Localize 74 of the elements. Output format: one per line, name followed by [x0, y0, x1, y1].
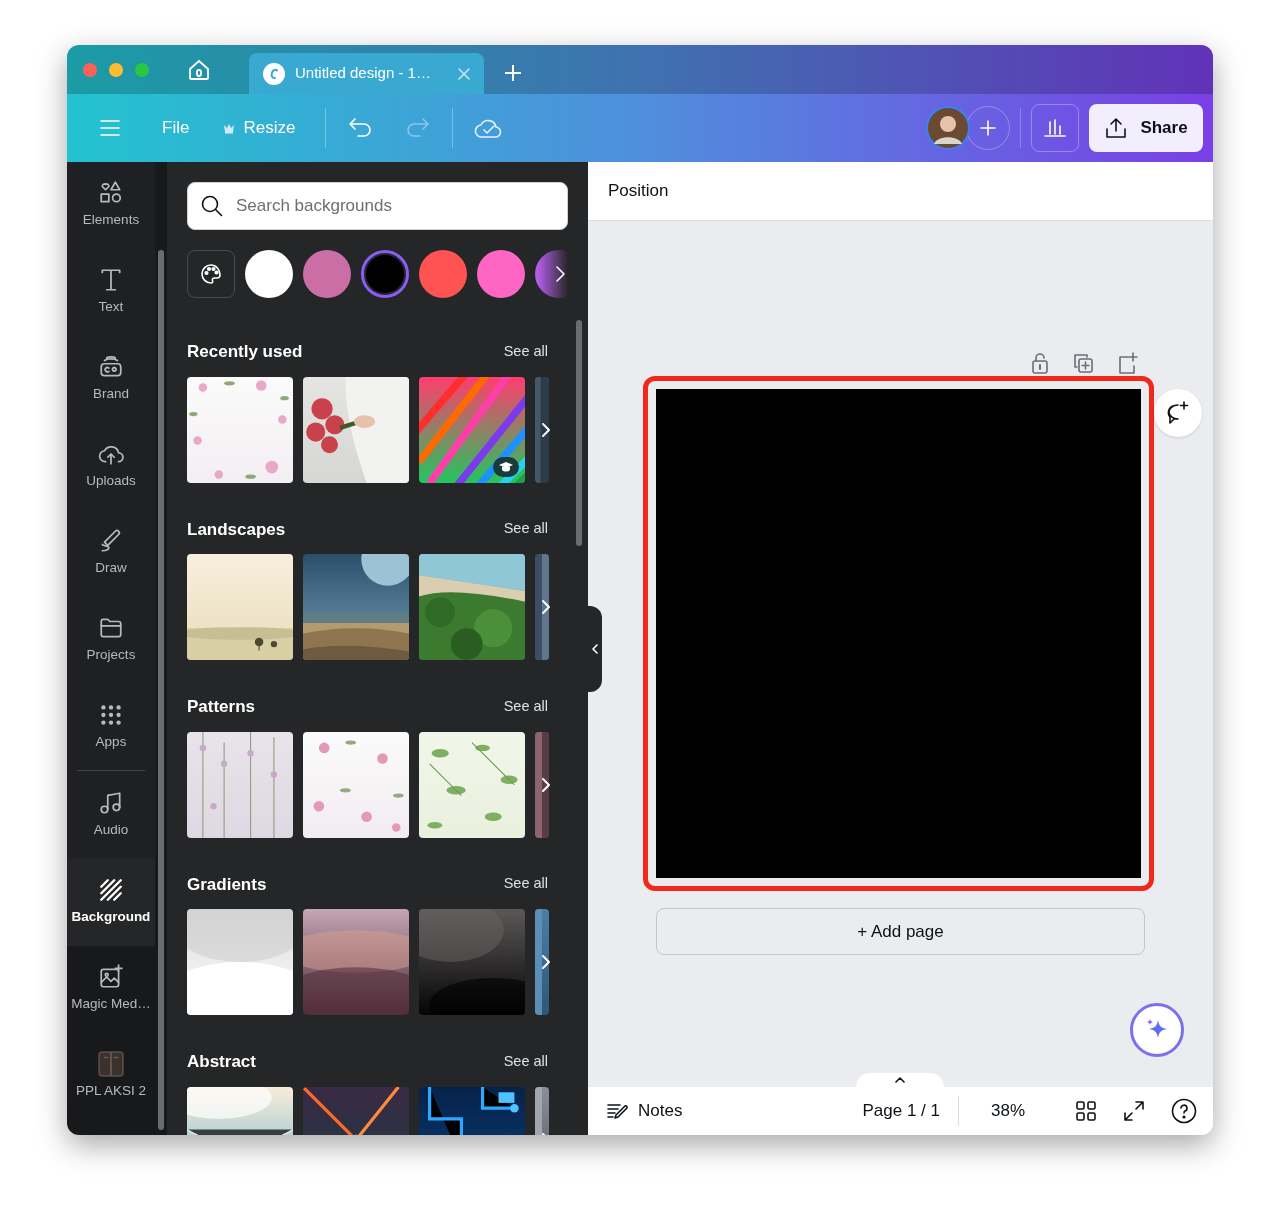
- see-all-link[interactable]: See all: [503, 695, 548, 718]
- comment-add-icon: [1165, 400, 1191, 426]
- chevron-right-icon[interactable]: [541, 599, 551, 615]
- caret-up-icon: [895, 1077, 905, 1083]
- avatar[interactable]: [926, 106, 970, 150]
- fullscreen-icon[interactable]: [1123, 1100, 1145, 1122]
- share-icon: [1104, 116, 1129, 140]
- see-all-link[interactable]: See all: [503, 340, 548, 363]
- chevron-right-icon[interactable]: [541, 954, 551, 970]
- text-icon: [98, 267, 124, 294]
- home-icon[interactable]: [187, 57, 211, 82]
- sidebar-item[interactable]: Audio: [67, 772, 155, 859]
- plus-icon: [979, 119, 997, 137]
- unlock-icon[interactable]: [1030, 352, 1050, 374]
- position-button[interactable]: Position: [608, 178, 669, 204]
- cloud-check-icon[interactable]: [474, 117, 503, 139]
- chevron-left-icon: [591, 644, 598, 654]
- section-title: Landscapes: [187, 518, 286, 541]
- search-icon: [200, 194, 224, 218]
- sidebar-item[interactable]: Projects: [67, 597, 155, 684]
- palette-icon: [199, 262, 223, 286]
- scrollbar-thumb[interactable]: [158, 250, 164, 1130]
- help-icon[interactable]: [1171, 1098, 1197, 1124]
- share-button[interactable]: Share: [1089, 104, 1203, 152]
- sidebar-item[interactable]: Elements: [67, 162, 155, 249]
- comment-button[interactable]: [1154, 389, 1202, 437]
- search-bar[interactable]: Search backgrounds: [187, 182, 568, 230]
- graduation-cap-icon: [498, 460, 514, 473]
- grid-view-icon[interactable]: [1075, 1100, 1097, 1122]
- color-swatch[interactable]: [303, 250, 351, 298]
- notes-icon: [606, 1101, 630, 1121]
- search-field[interactable]: Search backgrounds: [236, 193, 555, 219]
- color-swatch[interactable]: [361, 250, 409, 298]
- sidebar-item[interactable]: Text: [67, 249, 155, 336]
- add-page-button[interactable]: + Add page: [656, 908, 1145, 955]
- section-title: Patterns: [187, 696, 256, 718]
- sidebar-item[interactable]: PPL AKSI 2: [67, 1033, 155, 1120]
- crown-icon: [223, 122, 236, 134]
- section-title: Abstract: [187, 1051, 256, 1073]
- insights-button[interactable]: [1031, 104, 1079, 152]
- music-note-icon: [98, 790, 124, 817]
- new-tab-icon[interactable]: [504, 64, 522, 82]
- bar-chart-icon: [1044, 118, 1066, 138]
- section-title: Recently used: [187, 341, 303, 363]
- expand-pages-button[interactable]: [856, 1073, 944, 1087]
- collapse-panel-handle[interactable]: [587, 606, 602, 692]
- image-sparkle-icon: [98, 964, 124, 991]
- chevron-right-icon[interactable]: [541, 776, 551, 793]
- see-all-link[interactable]: See all: [503, 518, 548, 541]
- chevron-right-icon[interactable]: [541, 421, 551, 438]
- section-title: Gradients: [187, 873, 267, 896]
- magic-button[interactable]: [1130, 1003, 1184, 1057]
- color-swatch[interactable]: [245, 250, 293, 298]
- stripes-icon: [98, 877, 124, 904]
- add-page-icon[interactable]: [1116, 352, 1138, 374]
- logo-icon: [263, 62, 285, 85]
- notes-button[interactable]: Notes: [606, 1098, 683, 1124]
- see-all-link[interactable]: See all: [503, 873, 548, 896]
- color-swatch[interactable]: [419, 250, 467, 298]
- scrollbar-thumb[interactable]: [576, 320, 582, 546]
- duplicate-icon[interactable]: [1072, 352, 1094, 374]
- color-swatch[interactable]: [477, 250, 525, 298]
- sidebar-item[interactable]: Magic Med…: [67, 946, 155, 1033]
- sidebar-item[interactable]: Background: [67, 859, 155, 946]
- sidebar-item[interactable]: Draw: [67, 510, 155, 597]
- see-all-link[interactable]: See all: [503, 1050, 548, 1073]
- sidebar-item[interactable]: Brand: [67, 336, 155, 423]
- sidebar-item[interactable]: Uploads: [67, 423, 155, 510]
- page-indicator[interactable]: Page 1 / 1: [862, 1098, 940, 1124]
- chevron-right-icon[interactable]: [554, 265, 566, 283]
- folder-thumbnail-icon: [98, 1051, 124, 1078]
- zoom-level[interactable]: 38%: [990, 1098, 1025, 1124]
- sidebar-item[interactable]: Apps: [67, 684, 155, 771]
- color-picker-button[interactable]: [187, 250, 235, 298]
